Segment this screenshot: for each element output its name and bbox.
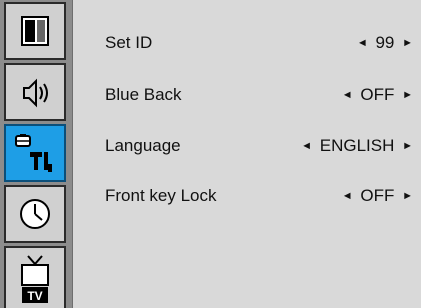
sidebar-item-setup[interactable] <box>4 124 66 182</box>
right-arrow-icon[interactable]: ► <box>402 190 413 202</box>
picture-icon <box>21 16 49 46</box>
setting-label: Front key Lock <box>105 186 217 205</box>
left-arrow-icon[interactable]: ◄ <box>342 190 353 202</box>
tv-icon: TV <box>21 255 49 303</box>
setting-row-front-key-lock[interactable]: Front key Lock ◄ OFF ► <box>73 181 421 211</box>
right-arrow-icon[interactable]: ► <box>402 37 413 49</box>
setting-row-set-id[interactable]: Set ID ◄ 99 ► <box>73 28 421 58</box>
setting-value-text: 99 <box>375 33 395 52</box>
left-arrow-icon[interactable]: ◄ <box>342 89 353 101</box>
setting-row-language[interactable]: Language ◄ ENGLISH ► <box>73 131 421 161</box>
setting-row-blue-back[interactable]: Blue Back ◄ OFF ► <box>73 80 421 110</box>
left-arrow-icon[interactable]: ◄ <box>301 140 312 152</box>
setting-label: Set ID <box>105 33 153 52</box>
setting-value-text: ENGLISH <box>319 136 395 155</box>
setting-value[interactable]: ◄ OFF ► <box>342 186 413 206</box>
sidebar-item-picture[interactable] <box>4 2 66 60</box>
right-arrow-icon[interactable]: ► <box>402 89 413 101</box>
sidebar: TV <box>0 0 72 308</box>
setting-value-text: OFF <box>360 85 395 104</box>
setup-tools-icon <box>15 134 52 172</box>
clock-icon <box>20 199 50 229</box>
right-arrow-icon[interactable]: ► <box>402 140 413 152</box>
sidebar-item-sound[interactable] <box>4 63 66 121</box>
sidebar-item-time[interactable] <box>4 185 66 243</box>
sidebar-item-tv[interactable]: TV <box>4 246 66 308</box>
sound-icon <box>23 78 48 108</box>
setting-value[interactable]: ◄ ENGLISH ► <box>301 136 413 156</box>
setting-label: Language <box>105 136 181 155</box>
left-arrow-icon[interactable]: ◄ <box>357 37 368 49</box>
setting-value[interactable]: ◄ 99 ► <box>357 33 413 53</box>
setting-label: Blue Back <box>105 85 182 104</box>
osd-menu: TV Set ID ◄ 99 ► Blue Back ◄ OFF ► Langu… <box>0 0 421 308</box>
setting-value[interactable]: ◄ OFF ► <box>342 85 413 105</box>
tv-label: TV <box>27 289 42 303</box>
setting-value-text: OFF <box>360 186 395 205</box>
